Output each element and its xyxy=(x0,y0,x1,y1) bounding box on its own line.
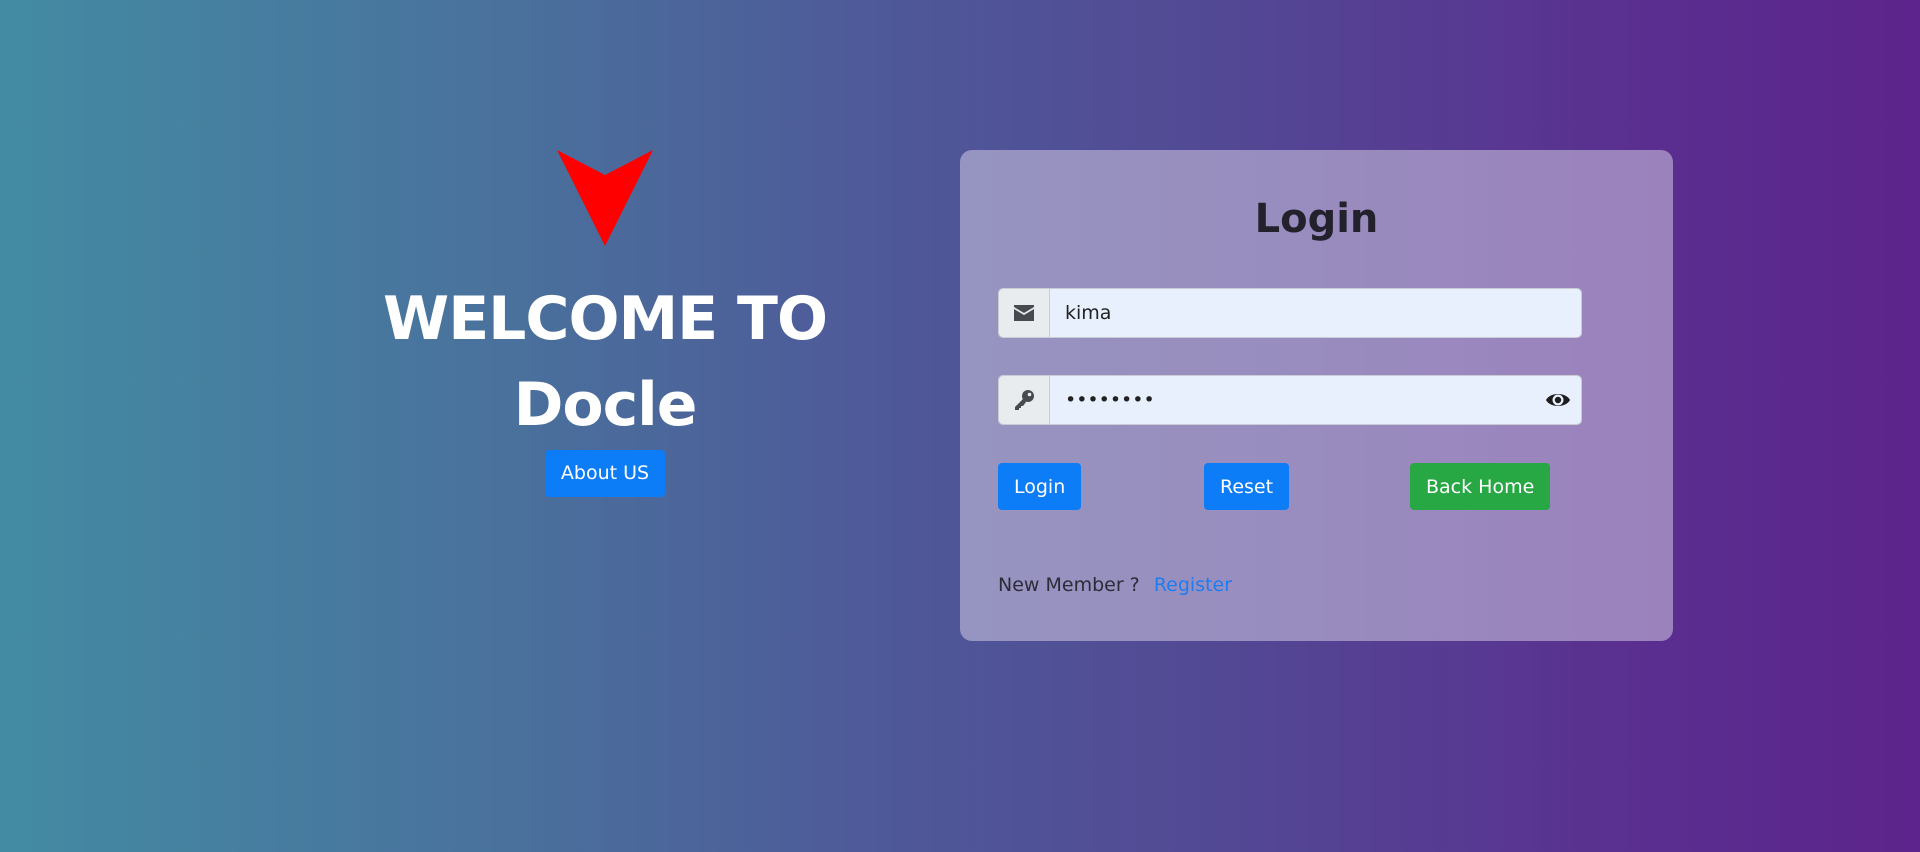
password-field-group xyxy=(998,375,1582,425)
about-us-button[interactable]: About US xyxy=(544,450,666,497)
logo-arrowhead-icon xyxy=(557,150,653,246)
email-addon xyxy=(999,289,1050,337)
envelope-icon xyxy=(1014,305,1034,321)
email-field-group xyxy=(998,288,1582,338)
new-member-text: New Member ? xyxy=(998,574,1140,596)
welcome-heading: WELCOME TO Docle xyxy=(380,276,830,448)
eye-icon[interactable] xyxy=(1545,388,1571,412)
login-button[interactable]: Login xyxy=(998,463,1082,510)
welcome-title-line1: WELCOME TO xyxy=(383,284,828,354)
key-icon xyxy=(1015,390,1034,410)
email-input[interactable] xyxy=(1050,289,1581,337)
password-addon xyxy=(999,376,1050,424)
back-home-button[interactable]: Back Home xyxy=(1410,463,1551,510)
register-link[interactable]: Register xyxy=(1154,574,1232,596)
password-input[interactable] xyxy=(1050,376,1581,424)
reset-button[interactable]: Reset xyxy=(1204,463,1290,510)
welcome-section: WELCOME TO Docle About US xyxy=(380,150,830,497)
register-prompt: New Member ? Register xyxy=(998,574,1232,596)
login-card: Login Login Reset Back Home New Membe xyxy=(960,150,1673,641)
login-title: Login xyxy=(1254,196,1379,242)
welcome-title-line2: Docle xyxy=(513,370,698,440)
